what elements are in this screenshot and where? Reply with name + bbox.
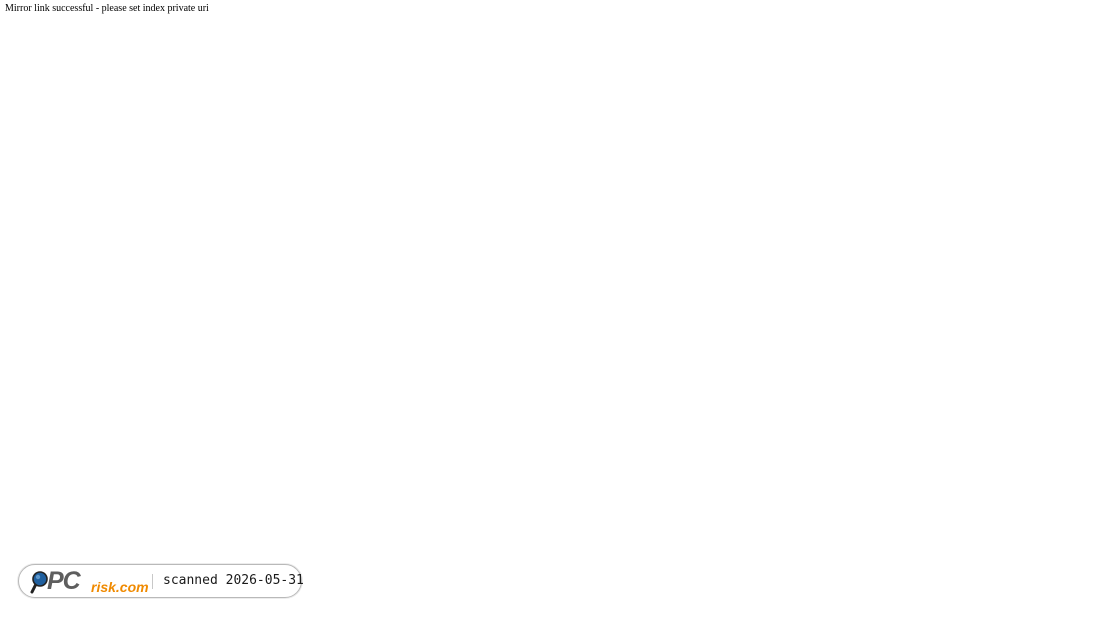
- badge-divider: [152, 574, 153, 589]
- page-message: Mirror link successful - please set inde…: [5, 3, 209, 14]
- pcrisk-logo: PC risk.com: [29, 567, 149, 595]
- scan-badge: PC risk.com scanned 2026-05-31: [18, 564, 304, 598]
- magnifier-icon: [29, 570, 49, 594]
- logo-pc-text: PC: [47, 567, 81, 595]
- scan-date-text: scanned 2026-05-31: [163, 573, 304, 588]
- logo-risk-text: risk.com: [91, 579, 149, 595]
